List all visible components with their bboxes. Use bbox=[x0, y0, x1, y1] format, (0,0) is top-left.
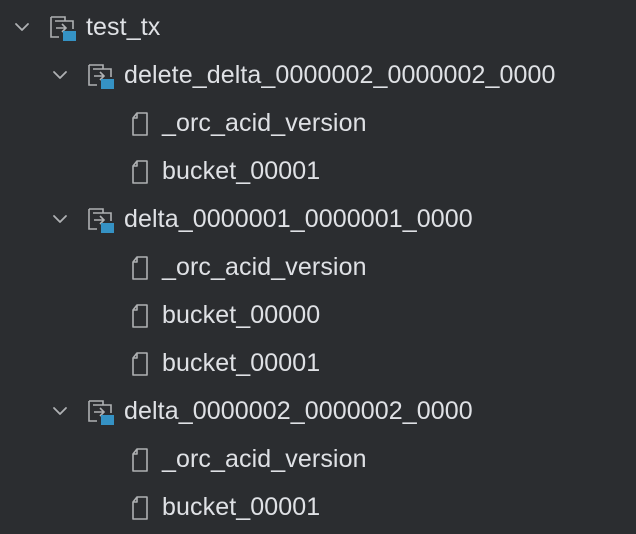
folder-module-icon bbox=[86, 61, 116, 91]
tree-node-label: bucket_00000 bbox=[162, 301, 321, 329]
tree-node-file[interactable]: bucket_00001 bbox=[0, 339, 636, 387]
file-icon bbox=[128, 255, 152, 281]
folder-module-icon bbox=[48, 13, 78, 43]
tree-node-label: _orc_acid_version bbox=[162, 445, 367, 473]
tree-node-label: delta_0000002_0000002_0000 bbox=[124, 397, 473, 425]
project-tree: test_tx delete_delta_0000002_0000002_000… bbox=[0, 0, 636, 534]
tree-node-file[interactable]: _orc_acid_version bbox=[0, 243, 636, 291]
tree-node-file[interactable]: bucket_00000 bbox=[0, 291, 636, 339]
tree-node-label: _orc_acid_version bbox=[162, 253, 367, 281]
tree-node-label: delta_0000001_0000001_0000 bbox=[124, 205, 473, 233]
tree-node-label: bucket_00001 bbox=[162, 157, 321, 185]
tree-node-folder[interactable]: delete_delta_0000002_0000002_0000 bbox=[0, 51, 636, 99]
tree-node-file[interactable]: bucket_00001 bbox=[0, 147, 636, 195]
tree-node-folder[interactable]: delta_0000002_0000002_0000 bbox=[0, 387, 636, 435]
folder-module-icon bbox=[86, 205, 116, 235]
file-icon bbox=[128, 447, 152, 473]
tree-node-file[interactable]: bucket_00001 bbox=[0, 483, 636, 531]
chevron-down-icon[interactable] bbox=[14, 19, 30, 35]
tree-node-label: bucket_00001 bbox=[162, 349, 321, 377]
tree-node-file[interactable]: _orc_acid_version bbox=[0, 99, 636, 147]
tree-node-label: _orc_acid_version bbox=[162, 109, 367, 137]
chevron-down-icon[interactable] bbox=[52, 211, 68, 227]
tree-node-test-tx[interactable]: test_tx bbox=[0, 3, 636, 51]
folder-module-icon bbox=[86, 397, 116, 427]
file-icon bbox=[128, 111, 152, 137]
file-icon bbox=[128, 303, 152, 329]
tree-node-label: test_tx bbox=[86, 13, 161, 41]
chevron-down-icon[interactable] bbox=[52, 403, 68, 419]
tree-node-folder[interactable]: delta_0000001_0000001_0000 bbox=[0, 195, 636, 243]
tree-node-label: bucket_00001 bbox=[162, 493, 321, 521]
file-icon bbox=[128, 495, 152, 521]
file-icon bbox=[128, 159, 152, 185]
tree-node-label: delete_delta_0000002_0000002_0000 bbox=[124, 61, 556, 89]
chevron-down-icon[interactable] bbox=[52, 67, 68, 83]
file-icon bbox=[128, 351, 152, 377]
tree-node-file[interactable]: _orc_acid_version bbox=[0, 435, 636, 483]
